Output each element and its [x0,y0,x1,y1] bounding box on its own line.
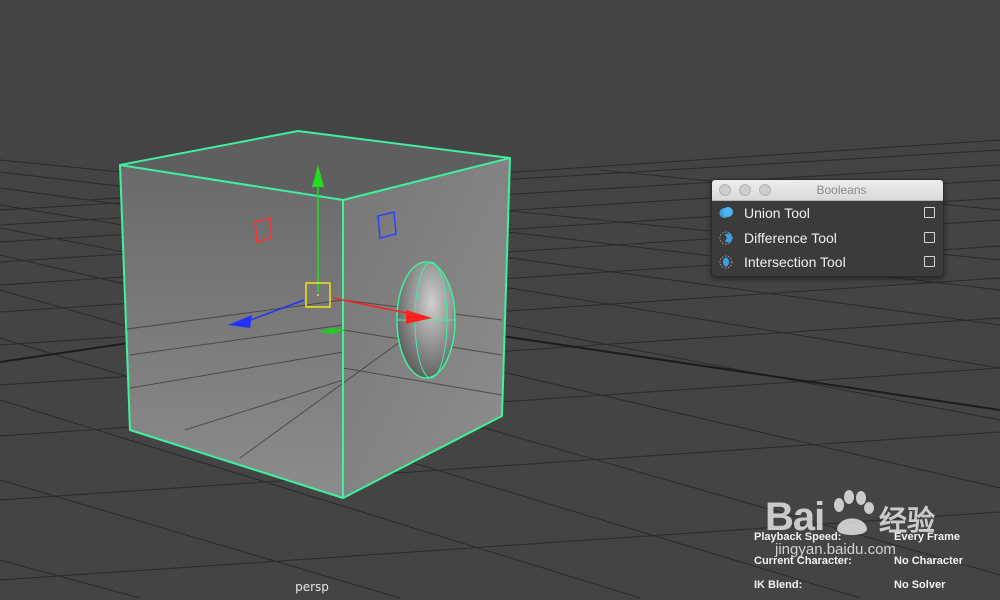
tool-row-difference[interactable]: Difference Tool [712,226,943,251]
union-icon [719,207,733,218]
tool-option-checkbox[interactable] [924,207,935,218]
tool-label: Intersection Tool [744,254,846,270]
tool-label: Union Tool [744,205,810,221]
hud-value: Every Frame [894,531,961,543]
tool-row-union[interactable]: Union Tool [712,201,943,226]
hud-row-current-character: Current Character: No Character [752,552,992,576]
tool-row-intersection[interactable]: Intersection Tool [712,250,943,275]
hud-row-playback-speed: Playback Speed: Every Frame [752,528,992,552]
perspective-viewport[interactable] [0,0,1000,598]
hud-row-ik-blend: IK Blend: No Solver [752,576,992,600]
tool-label: Difference Tool [744,229,837,246]
hud-label: IK Blend: [754,579,803,591]
boolean-hole [396,261,456,379]
hud-value: No Character [894,555,964,567]
window-titlebar[interactable]: Booleans [712,180,943,201]
window-title: Booleans [816,183,867,197]
hud-value: No Solver [894,579,946,591]
hud-label: Current Character: [754,555,852,567]
booleans-window: Booleans Union Tool Difference Tool Inte… [711,179,944,277]
tool-option-checkbox[interactable] [924,231,935,243]
intersection-icon [719,255,733,269]
tool-option-checkbox[interactable] [924,256,935,267]
heads-up-display: Playback Speed: Every Frame Current Char… [752,528,992,600]
difference-icon [719,231,733,244]
camera-name-label: persp [295,580,329,594]
hud-label: Playback Speed: [754,531,842,543]
